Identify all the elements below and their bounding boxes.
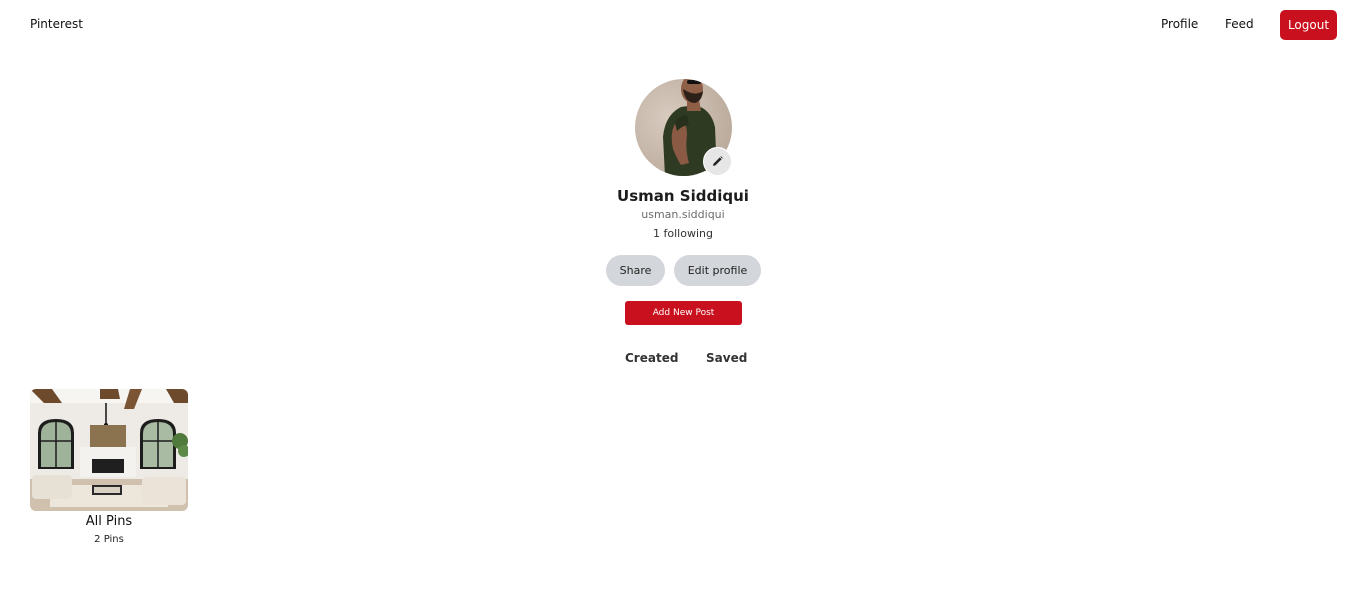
nav-profile-link[interactable]: Profile (1161, 16, 1198, 32)
edit-avatar-button[interactable] (703, 147, 732, 176)
profile-name: Usman Siddiqui (617, 187, 749, 205)
brand-link[interactable]: Pinterest (30, 16, 83, 32)
living-room-photo (30, 389, 188, 511)
edit-profile-button[interactable]: Edit profile (674, 255, 761, 286)
top-navbar: Pinterest Profile Feed Logout (0, 0, 1367, 48)
logout-button[interactable]: Logout (1280, 10, 1337, 40)
add-new-post-button[interactable]: Add New Post (625, 301, 742, 325)
following-count[interactable]: 1 following (533, 227, 833, 241)
nav-feed-link[interactable]: Feed (1225, 16, 1254, 32)
avatar-container (635, 79, 732, 176)
pencil-icon (713, 156, 723, 166)
board-card[interactable]: All Pins 2 Pins (30, 389, 188, 549)
tab-saved[interactable]: Saved (706, 350, 747, 366)
profile-username: usman.siddiqui (641, 208, 725, 221)
board-pin-count: 2 Pins (94, 534, 124, 545)
tab-created[interactable]: Created (625, 350, 678, 366)
share-button[interactable]: Share (606, 255, 665, 286)
board-title: All Pins (85, 514, 133, 529)
